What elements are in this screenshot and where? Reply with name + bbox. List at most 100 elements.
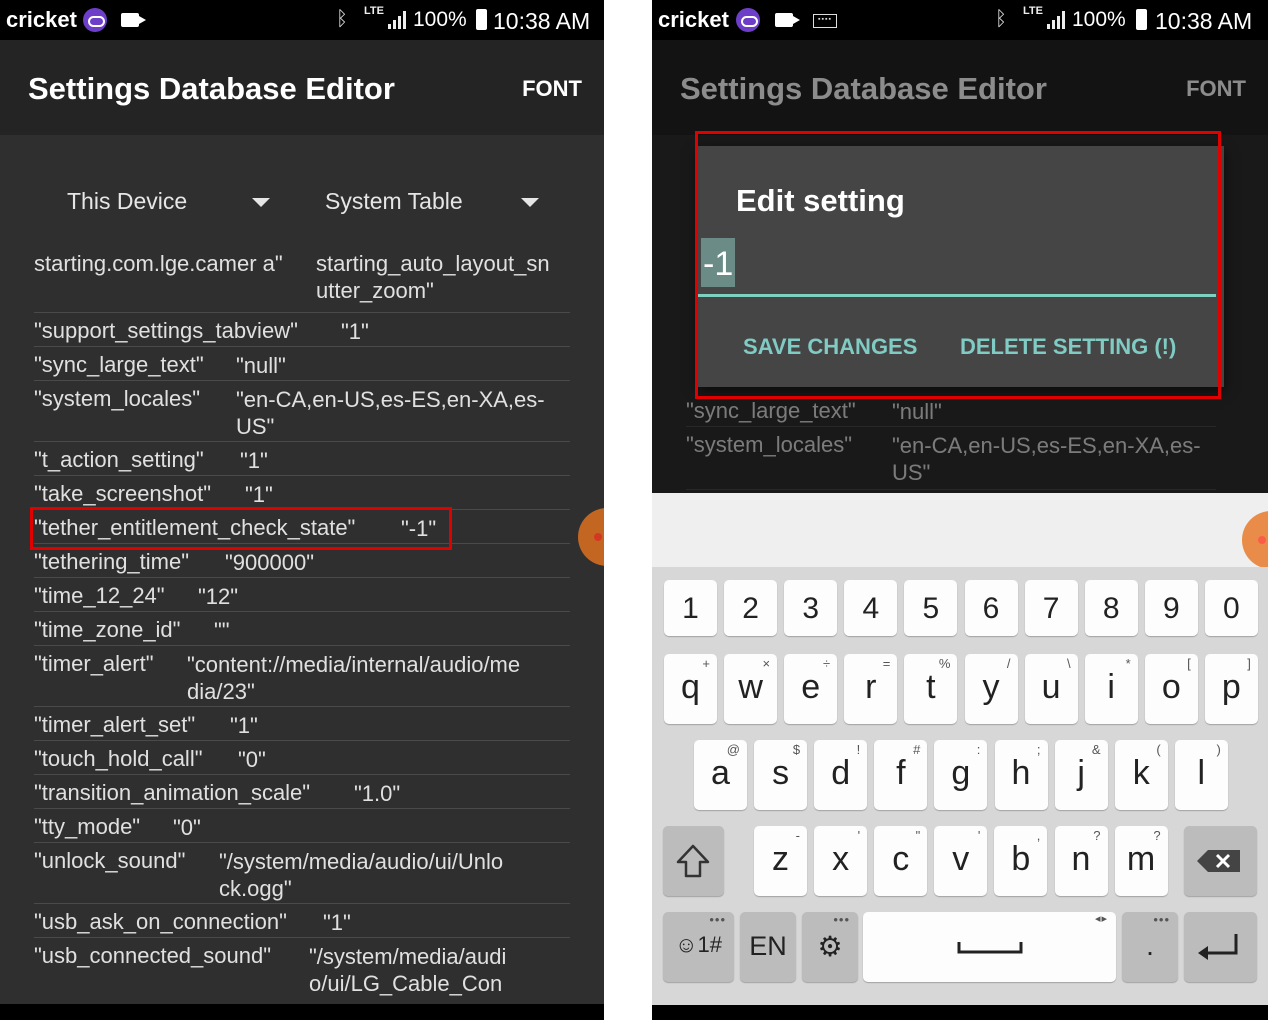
setting-key: "take_screenshot" bbox=[34, 481, 212, 506]
setting-key: "t_action_setting" bbox=[34, 447, 204, 472]
setting-value: "1" bbox=[245, 482, 273, 507]
device-spinner[interactable]: This Device bbox=[67, 188, 187, 215]
shift-icon bbox=[676, 844, 710, 878]
battery-percent: 100% bbox=[1072, 8, 1126, 31]
key-d[interactable]: ! d bbox=[814, 740, 868, 810]
list-item[interactable]: "usb_ask_on_connection" "1" bbox=[34, 904, 570, 938]
key-a[interactable]: @ a bbox=[694, 740, 747, 810]
setting-key: "usb_ask_on_connection" bbox=[34, 909, 287, 934]
list-item[interactable]: "usb_connected_sound" "/system/media/aud… bbox=[34, 938, 570, 1002]
list-item[interactable]: "t_action_setting" "1" bbox=[34, 442, 570, 476]
language-key[interactable]: EN bbox=[740, 912, 796, 982]
key-o[interactable]: [o bbox=[1144, 654, 1198, 724]
key-p[interactable]: ] p bbox=[1204, 654, 1258, 724]
number-key-4[interactable]: 4 bbox=[844, 580, 898, 636]
key-label: o bbox=[1161, 668, 1181, 706]
number-key-1[interactable]: 1 bbox=[664, 580, 717, 636]
key-v[interactable]: ' v bbox=[934, 826, 988, 896]
list-item[interactable]: "sync_large_text" "null" bbox=[34, 347, 570, 381]
device-dropdown-arrow-icon[interactable] bbox=[252, 198, 270, 207]
list-item[interactable]: "unlock_sound" "/system/media/audio/ui/U… bbox=[34, 843, 570, 904]
key-label: 6 bbox=[982, 592, 1000, 625]
setting-key: "transition_animation_scale" bbox=[34, 780, 311, 805]
key-n[interactable]: ? n bbox=[1054, 826, 1108, 896]
setting-value: "null" bbox=[236, 353, 286, 378]
number-key-3[interactable]: 3 bbox=[784, 580, 838, 636]
key-s[interactable]: $ s bbox=[754, 740, 808, 810]
key-u[interactable]: \ u bbox=[1024, 654, 1078, 724]
key-y[interactable]: / y bbox=[964, 654, 1018, 724]
shift-key[interactable] bbox=[663, 826, 724, 896]
key-label: e bbox=[801, 668, 821, 706]
key-k[interactable]: (k bbox=[1114, 740, 1168, 810]
key-e[interactable]: ÷ e bbox=[784, 654, 838, 724]
key-label: 9 bbox=[1162, 592, 1180, 625]
bluetooth-icon: ᛒ bbox=[336, 8, 348, 30]
setting-key: "tty_mode" bbox=[34, 814, 141, 839]
list-item[interactable]: "time_12_24" "12" bbox=[34, 578, 570, 612]
list-item[interactable]: starting.com.lge.camer a" starting_auto_… bbox=[34, 250, 570, 313]
space-key[interactable]: ◂▸ bbox=[863, 912, 1116, 982]
key-r[interactable]: = r bbox=[844, 654, 898, 724]
setting-value: "en-CA,en-US,es-ES,en-XA,es-US" bbox=[236, 387, 545, 439]
list-item[interactable]: "transition_animation_scale" "1.0" bbox=[34, 775, 570, 809]
setting-key: "timer_alert_set" bbox=[34, 712, 196, 737]
backspace-key[interactable] bbox=[1184, 826, 1257, 896]
key-i[interactable]: * i bbox=[1084, 654, 1138, 724]
battery-percent: 100% bbox=[413, 8, 467, 31]
setting-value: "900000" bbox=[225, 550, 315, 575]
enter-key[interactable] bbox=[1184, 912, 1257, 982]
key-z[interactable]: -z bbox=[754, 826, 807, 896]
key-w[interactable]: × w bbox=[724, 654, 778, 724]
video-camera-icon bbox=[121, 13, 146, 27]
cursor-arrows-icon: ◂▸ bbox=[1094, 913, 1108, 925]
key-h[interactable]: ; h bbox=[994, 740, 1048, 810]
setting-value: "1.0" bbox=[354, 781, 401, 806]
key-label: 8 bbox=[1102, 592, 1120, 625]
key-m[interactable]: ? m bbox=[1114, 826, 1168, 896]
number-key-7[interactable]: 7 bbox=[1024, 580, 1078, 636]
key-label: x bbox=[832, 840, 850, 878]
space-icon bbox=[957, 942, 1023, 954]
highlight-box bbox=[695, 131, 1221, 399]
symbols-key[interactable]: ••• ☺1# bbox=[663, 912, 734, 982]
table-spinner[interactable]: System Table bbox=[325, 188, 463, 215]
key-l[interactable]: ) l bbox=[1174, 740, 1228, 810]
number-key-8[interactable]: 8 bbox=[1084, 580, 1138, 636]
list-item[interactable]: "time_zone_id" "" bbox=[34, 612, 570, 646]
key-x[interactable]: ' x bbox=[814, 826, 868, 896]
list-item[interactable]: "timer_alert" "content://media/internal/… bbox=[34, 646, 570, 707]
key-label: 4 bbox=[862, 592, 880, 625]
list-item[interactable]: "system_locales" "en-CA,en-US,es-ES,en-X… bbox=[34, 381, 570, 442]
clock: 10:38 AM bbox=[493, 8, 591, 34]
key-c[interactable]: " c bbox=[874, 826, 928, 896]
table-dropdown-arrow-icon[interactable] bbox=[521, 198, 539, 207]
list-item[interactable]: "timer_alert_set" "1" bbox=[34, 707, 570, 741]
setting-key: starting.com.lge.camer a" bbox=[34, 251, 283, 276]
key-label: l bbox=[1197, 754, 1206, 792]
list-item[interactable]: "tty_mode" "0" bbox=[34, 809, 570, 843]
settings-key[interactable]: ••• ⚙ bbox=[802, 912, 858, 982]
number-key-5[interactable]: 5 bbox=[904, 580, 958, 636]
key-j[interactable]: & j bbox=[1054, 740, 1108, 810]
key-q[interactable]: + q bbox=[664, 654, 717, 724]
signal-icon bbox=[388, 11, 408, 29]
number-key-0[interactable]: 0 bbox=[1204, 580, 1258, 636]
list-item[interactable]: "support_settings_tabview" "1" bbox=[34, 313, 570, 347]
key-g[interactable]: :g bbox=[934, 740, 988, 810]
key-label: d bbox=[831, 754, 851, 792]
key-label: 7 bbox=[1042, 592, 1060, 625]
key-label: f bbox=[896, 754, 906, 792]
number-key-9[interactable]: 9 bbox=[1144, 580, 1198, 636]
settings-list[interactable]: starting.com.lge.camer a" starting_auto_… bbox=[0, 250, 604, 1002]
font-button[interactable]: FONT bbox=[522, 76, 582, 102]
period-key[interactable]: ••• . bbox=[1122, 912, 1178, 982]
gear-icon: ⚙ bbox=[817, 931, 843, 962]
key-b[interactable]: ,b bbox=[994, 826, 1048, 896]
list-item[interactable]: "touch_hold_call" "0" bbox=[34, 741, 570, 775]
list-item[interactable]: "take_screenshot" "1" bbox=[34, 476, 570, 510]
number-key-6[interactable]: 6 bbox=[964, 580, 1018, 636]
number-key-2[interactable]: 2 bbox=[724, 580, 778, 636]
key-t[interactable]: % t bbox=[904, 654, 958, 724]
key-f[interactable]: # f bbox=[874, 740, 928, 810]
